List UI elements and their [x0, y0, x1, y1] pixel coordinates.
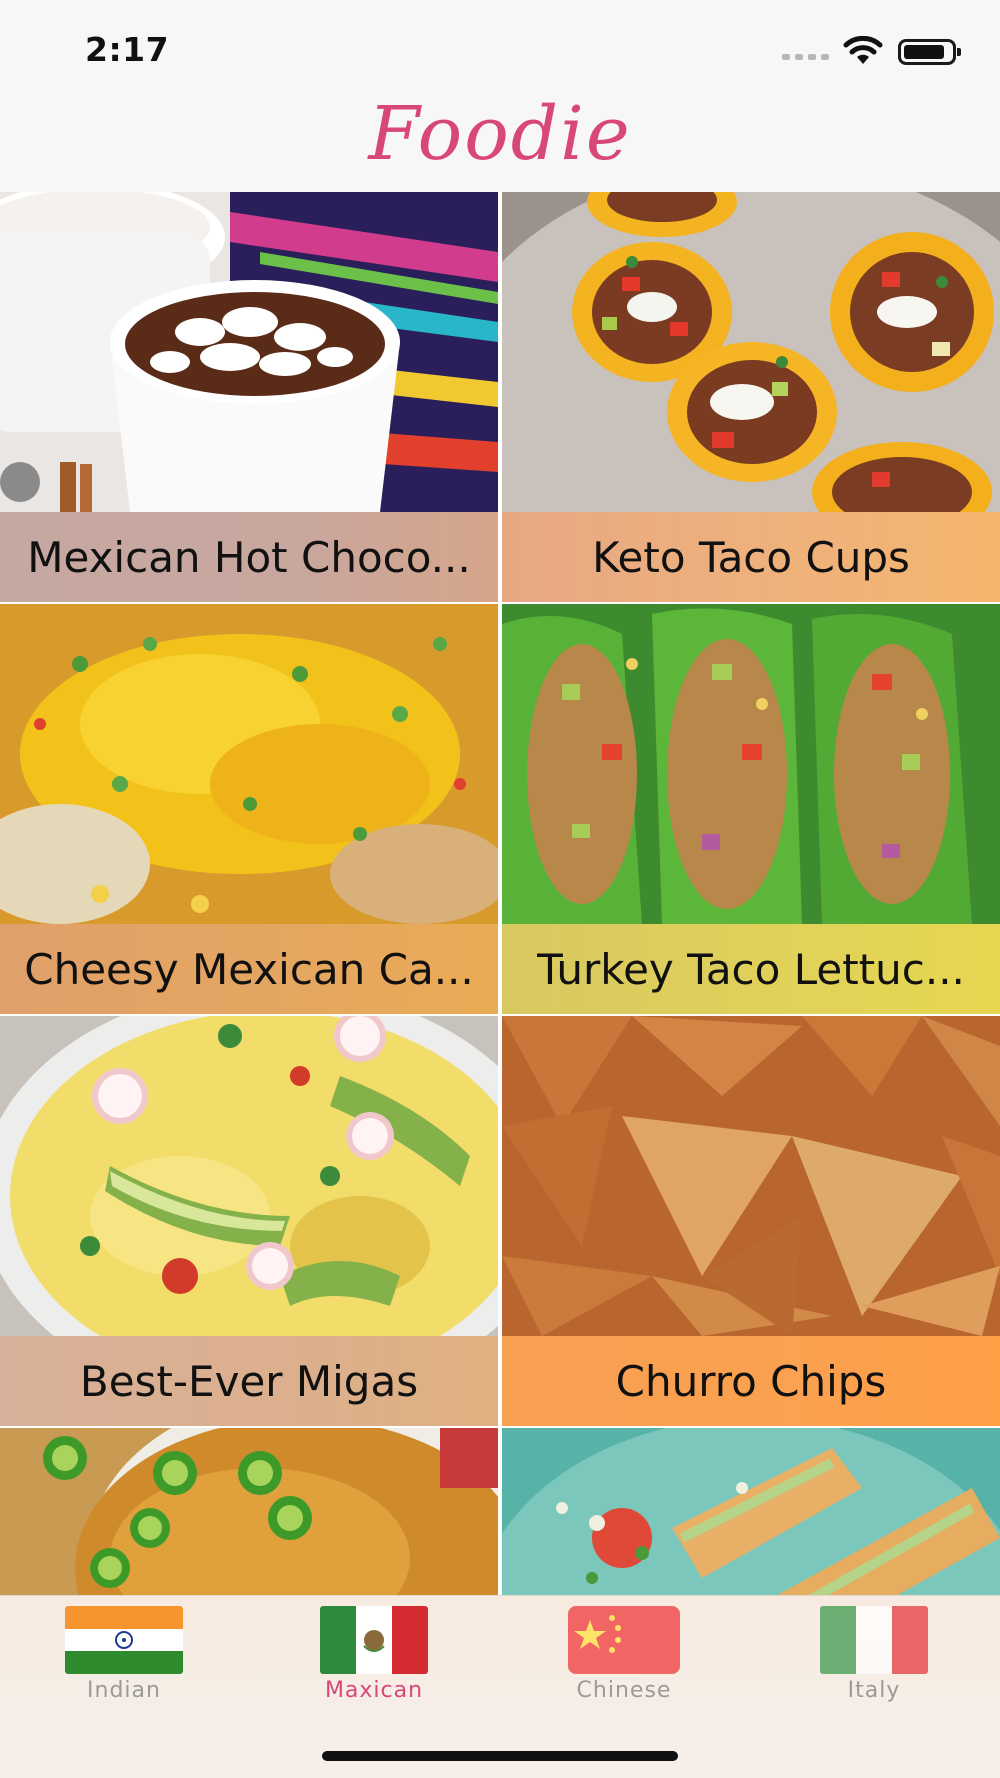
- status-time: 2:17: [85, 30, 170, 69]
- recipe-card[interactable]: Keto Taco Cups: [502, 192, 1000, 602]
- recipe-photo: [502, 1428, 1000, 1595]
- italy-flag-icon: [820, 1606, 928, 1674]
- tab-indian[interactable]: Indian: [44, 1606, 204, 1716]
- recipe-label-band: Churro Chips: [502, 1336, 1000, 1426]
- recipe-title: Mexican Hot Choco...: [27, 532, 471, 582]
- india-flag-icon: [65, 1606, 183, 1674]
- tab-bar: Indian Maxican Chinese Italy: [0, 1595, 1000, 1778]
- recipe-photo: [0, 604, 498, 924]
- recipe-title: Keto Taco Cups: [592, 532, 910, 582]
- battery-icon: [898, 39, 961, 65]
- status-bar: 2:17: [0, 0, 1000, 95]
- recipe-label-band: Keto Taco Cups: [502, 512, 1000, 602]
- recipe-card[interactable]: Turkey Taco Lettuc...: [502, 604, 1000, 1014]
- tab-label: Italy: [847, 1678, 901, 1703]
- recipe-card[interactable]: Best-Ever Migas: [0, 1016, 498, 1426]
- china-flag-icon: [568, 1606, 680, 1674]
- recipe-card[interactable]: [0, 1428, 498, 1595]
- recipe-card[interactable]: Cheesy Mexican Ca...: [0, 604, 498, 1014]
- mexico-flag-icon: [320, 1606, 428, 1674]
- tab-label: Indian: [87, 1678, 161, 1703]
- recipe-photo: [502, 192, 1000, 512]
- recipe-photo: [502, 604, 1000, 924]
- recipe-label-band: Best-Ever Migas: [0, 1336, 498, 1426]
- recipe-card[interactable]: [502, 1428, 1000, 1595]
- tab-label: Maxican: [324, 1678, 424, 1703]
- wifi-icon: [843, 36, 883, 64]
- tab-italy[interactable]: Italy: [794, 1606, 954, 1716]
- app-title: Foodie: [368, 91, 632, 177]
- recipe-photo: [502, 1016, 1000, 1336]
- recipe-photo: [0, 1016, 498, 1336]
- home-indicator[interactable]: [322, 1751, 678, 1761]
- recipe-title: Best-Ever Migas: [79, 1356, 419, 1406]
- recipe-title: Turkey Taco Lettuc...: [537, 944, 965, 994]
- app-header: Foodie: [0, 95, 1000, 192]
- recipe-photo: [0, 192, 498, 512]
- recipe-label-band: Mexican Hot Choco...: [0, 512, 498, 602]
- recipe-label-band: Turkey Taco Lettuc...: [502, 924, 1000, 1014]
- tab-chinese[interactable]: Chinese: [544, 1606, 704, 1716]
- recipe-card[interactable]: Mexican Hot Choco...: [0, 192, 498, 602]
- tab-maxican[interactable]: Maxican: [294, 1606, 454, 1716]
- recipe-grid[interactable]: Mexican Hot Choco... Keto Taco Cups Chee…: [0, 192, 1000, 1595]
- recipe-label-band: Cheesy Mexican Ca...: [0, 924, 498, 1014]
- tab-label: Chinese: [576, 1678, 672, 1703]
- recipe-card[interactable]: Churro Chips: [502, 1016, 1000, 1426]
- recipe-title: Cheesy Mexican Ca...: [24, 944, 474, 994]
- recipe-title: Churro Chips: [615, 1356, 887, 1406]
- recipe-photo: [0, 1428, 498, 1595]
- cellular-signal-icon: [782, 54, 829, 60]
